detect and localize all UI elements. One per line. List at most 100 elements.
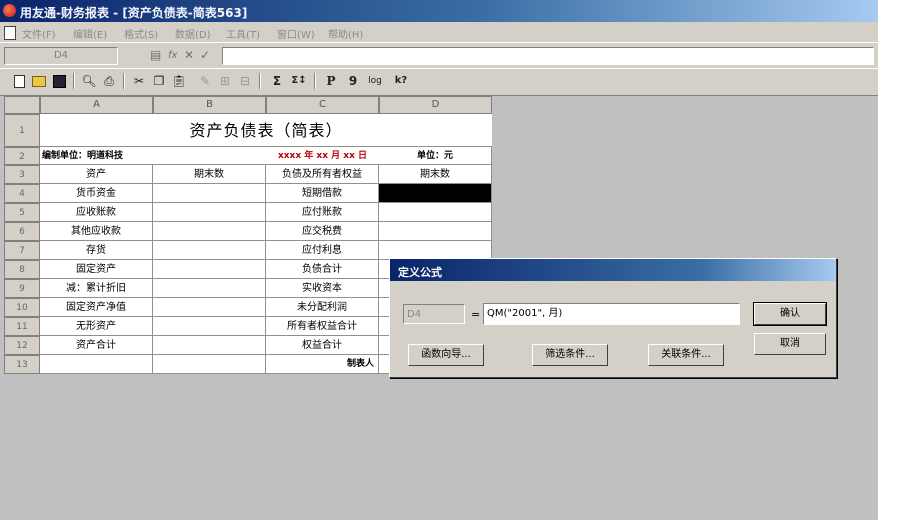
row-header[interactable]: 4 <box>4 184 40 203</box>
asset-value-cell[interactable] <box>153 241 266 260</box>
new-file-icon[interactable] <box>10 72 28 90</box>
toolbar: 🔍︎ ⎙ ✂ ❐ 📋︎ ✎ ⊞ ⊟ Σ Σ↕ P 9 log k? <box>0 68 878 96</box>
dialog-formula-input[interactable]: QM("2001", 月) <box>483 303 740 325</box>
sum-icon[interactable]: Σ <box>268 72 286 90</box>
liability-value-cell[interactable] <box>379 222 492 241</box>
asset-item[interactable]: 其他应收款 <box>40 222 153 241</box>
menu-window[interactable]: 窗口(W) <box>277 26 315 41</box>
unit-label[interactable]: 单位：元 <box>379 147 492 165</box>
asset-item[interactable]: 应收账款 <box>40 203 153 222</box>
liability-item[interactable]: 负债合计 <box>266 260 379 279</box>
sheet-cell[interactable] <box>153 355 266 374</box>
formula-input[interactable] <box>222 47 874 65</box>
log-icon[interactable]: log <box>366 72 384 90</box>
asset-value-cell[interactable] <box>153 184 266 203</box>
preparer-label[interactable]: 制表人 <box>266 355 379 374</box>
function-list-icon[interactable]: ▤ <box>150 48 161 62</box>
row-header[interactable]: 10 <box>4 298 40 317</box>
paste-icon[interactable]: 📋︎ <box>170 72 188 90</box>
print-preview-icon[interactable]: 🔍︎ <box>80 72 98 90</box>
function-wizard-button[interactable]: 函数向导... <box>408 344 484 366</box>
save-icon[interactable] <box>50 72 68 90</box>
asset-value-cell[interactable] <box>153 317 266 336</box>
column-title[interactable]: 期末数 <box>379 165 492 184</box>
document-icon[interactable] <box>4 26 16 40</box>
confirm-check-icon[interactable]: ✓ <box>200 48 210 62</box>
asset-item[interactable]: 无形资产 <box>40 317 153 336</box>
filter-condition-button[interactable]: 筛选条件... <box>532 344 608 366</box>
row-header[interactable]: 1 <box>4 114 40 147</box>
row-header[interactable]: 8 <box>4 260 40 279</box>
asset-item[interactable]: 资产合计 <box>40 336 153 355</box>
confirm-button[interactable]: 确认 <box>753 302 827 326</box>
define-formula-dialog: 定义公式 D4 = QM("2001", 月) 确认 取消 函数向导... 筛选… <box>389 258 837 378</box>
fx-icon[interactable]: fx <box>168 50 177 61</box>
row-header[interactable]: 5 <box>4 203 40 222</box>
format-painter-icon[interactable]: ✎ <box>196 72 214 90</box>
column-title[interactable]: 负债及所有者权益 <box>266 165 379 184</box>
column-header-a[interactable]: A <box>40 96 153 114</box>
liability-item[interactable]: 实收资本 <box>266 279 379 298</box>
sheet-cell[interactable] <box>153 147 266 165</box>
menu-tools[interactable]: 工具(T) <box>226 26 260 41</box>
liability-item[interactable]: 权益合计 <box>266 336 379 355</box>
asset-value-cell[interactable] <box>153 260 266 279</box>
asset-value-cell[interactable] <box>153 222 266 241</box>
row-header[interactable]: 7 <box>4 241 40 260</box>
cancel-icon[interactable]: ✕ <box>184 48 194 62</box>
report-date[interactable]: xxxx 年 xx 月 xx 日 <box>266 147 379 165</box>
insert-column-icon[interactable]: ⊟ <box>236 72 254 90</box>
copy-icon[interactable]: ❐ <box>150 72 168 90</box>
column-header-b[interactable]: B <box>153 96 266 114</box>
column-header-d[interactable]: D <box>379 96 492 114</box>
page-icon[interactable]: P <box>322 72 340 90</box>
relation-condition-button[interactable]: 关联条件... <box>648 344 724 366</box>
asset-item[interactable]: 存货 <box>40 241 153 260</box>
menu-help[interactable]: 帮助(H) <box>328 26 363 41</box>
cut-icon[interactable]: ✂ <box>130 72 148 90</box>
column-title[interactable]: 资产 <box>40 165 153 184</box>
column-header-c[interactable]: C <box>266 96 379 114</box>
row-header[interactable]: 13 <box>4 355 40 374</box>
row-header[interactable]: 9 <box>4 279 40 298</box>
toolbar-separator <box>314 73 316 89</box>
menu-data[interactable]: 数据(D) <box>175 26 211 41</box>
liability-item[interactable]: 短期借款 <box>266 184 379 203</box>
row-header[interactable]: 12 <box>4 336 40 355</box>
row-header[interactable]: 11 <box>4 317 40 336</box>
liability-item[interactable]: 所有者权益合计 <box>266 317 379 336</box>
asset-item[interactable]: 固定资产净值 <box>40 298 153 317</box>
open-folder-icon[interactable] <box>30 72 48 90</box>
liability-item[interactable]: 应付账款 <box>266 203 379 222</box>
liability-item[interactable]: 未分配利润 <box>266 298 379 317</box>
liability-item[interactable]: 应交税费 <box>266 222 379 241</box>
liability-item[interactable]: 应付利息 <box>266 241 379 260</box>
asset-value-cell[interactable] <box>153 336 266 355</box>
row-header[interactable]: 3 <box>4 165 40 184</box>
asset-value-cell[interactable] <box>153 298 266 317</box>
selected-cell-d4[interactable] <box>379 184 492 203</box>
insert-row-icon[interactable]: ⊞ <box>216 72 234 90</box>
print-icon[interactable]: ⎙ <box>100 72 118 90</box>
menu-format[interactable]: 格式(S) <box>124 26 158 41</box>
asset-item[interactable]: 货币资金 <box>40 184 153 203</box>
column-title[interactable]: 期末数 <box>153 165 266 184</box>
asset-item[interactable]: 固定资产 <box>40 260 153 279</box>
row-header[interactable]: 6 <box>4 222 40 241</box>
asset-value-cell[interactable] <box>153 279 266 298</box>
corner-header[interactable] <box>4 96 40 114</box>
cell-reference-box[interactable]: D4 <box>4 47 118 65</box>
row-header[interactable]: 2 <box>4 147 40 165</box>
help-pointer-icon[interactable]: k? <box>392 72 410 90</box>
asset-value-cell[interactable] <box>153 203 266 222</box>
cancel-button[interactable]: 取消 <box>754 333 826 355</box>
sheet-cell[interactable] <box>40 355 153 374</box>
sum-sort-icon[interactable]: Σ↕ <box>290 72 308 90</box>
toolbar-separator <box>123 73 125 89</box>
company-label[interactable]: 编制单位：明道科技 <box>40 147 153 165</box>
menu-file[interactable]: 文件(F) <box>22 26 56 41</box>
menu-edit[interactable]: 编辑(E) <box>73 26 107 41</box>
nine-icon[interactable]: 9 <box>344 72 362 90</box>
asset-item[interactable]: 减：累计折旧 <box>40 279 153 298</box>
liability-value-cell[interactable] <box>379 203 492 222</box>
